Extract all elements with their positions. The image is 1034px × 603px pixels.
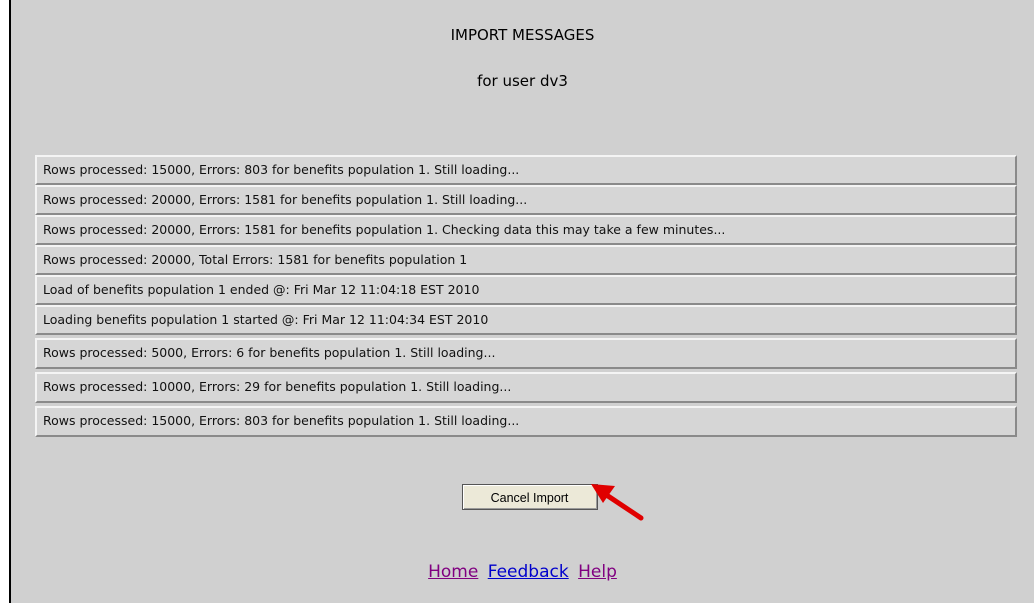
actions-bar: Cancel Import [11,484,1034,510]
message-list: Rows processed: 15000, Errors: 803 for b… [35,155,1017,437]
message-row: Rows processed: 10000, Errors: 29 for be… [35,372,1017,403]
help-link[interactable]: Help [578,562,617,582]
import-messages-panel: IMPORT MESSAGES for user dv3 Rows proces… [9,0,1034,603]
message-row: Rows processed: 20000, Errors: 1581 for … [35,185,1017,215]
message-row: Rows processed: 15000, Errors: 803 for b… [35,155,1017,185]
page-title: IMPORT MESSAGES [450,26,595,44]
page-subtitle: for user dv3 [477,72,568,90]
message-row: Load of benefits population 1 ended @: F… [35,275,1017,305]
message-row: Rows processed: 20000, Total Errors: 158… [35,245,1017,275]
home-link[interactable]: Home [428,562,478,582]
message-row: Loading benefits population 1 started @:… [35,305,1017,335]
red-arrow-icon [591,484,644,521]
message-row: Rows processed: 15000, Errors: 803 for b… [35,406,1017,437]
message-row: Rows processed: 20000, Errors: 1581 for … [35,215,1017,245]
footer-links: Home Feedback Help [11,562,1034,582]
message-row: Rows processed: 5000, Errors: 6 for bene… [35,338,1017,369]
cancel-import-button[interactable]: Cancel Import [461,484,598,510]
feedback-link[interactable]: Feedback [488,562,569,582]
